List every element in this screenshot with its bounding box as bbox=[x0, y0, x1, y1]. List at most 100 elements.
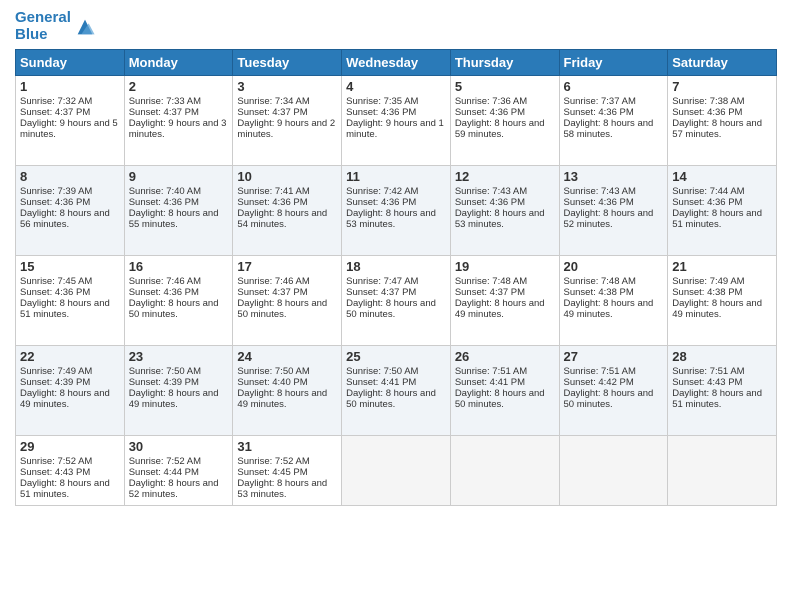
sunrise: Sunrise: 7:45 AM bbox=[20, 276, 92, 287]
calendar-table: SundayMondayTuesdayWednesdayThursdayFrid… bbox=[15, 49, 777, 506]
calendar-cell bbox=[559, 436, 668, 506]
sunrise: Sunrise: 7:52 AM bbox=[20, 456, 92, 467]
sunrise: Sunrise: 7:51 AM bbox=[455, 366, 527, 377]
calendar-header-row: SundayMondayTuesdayWednesdayThursdayFrid… bbox=[16, 50, 777, 76]
sunset: Sunset: 4:36 PM bbox=[564, 107, 634, 118]
day-number: 4 bbox=[346, 79, 446, 94]
daylight: Daylight: 8 hours and 50 minutes. bbox=[237, 298, 327, 320]
calendar-cell: 3Sunrise: 7:34 AMSunset: 4:37 PMDaylight… bbox=[233, 76, 342, 166]
sunrise: Sunrise: 7:46 AM bbox=[237, 276, 309, 287]
daylight: Daylight: 8 hours and 53 minutes. bbox=[346, 208, 436, 230]
day-header-thursday: Thursday bbox=[450, 50, 559, 76]
day-number: 29 bbox=[20, 439, 120, 454]
daylight: Daylight: 8 hours and 59 minutes. bbox=[455, 118, 545, 140]
calendar-cell: 27Sunrise: 7:51 AMSunset: 4:42 PMDayligh… bbox=[559, 346, 668, 436]
calendar-cell: 30Sunrise: 7:52 AMSunset: 4:44 PMDayligh… bbox=[124, 436, 233, 506]
day-number: 6 bbox=[564, 79, 664, 94]
sunset: Sunset: 4:37 PM bbox=[346, 287, 416, 298]
calendar-cell: 26Sunrise: 7:51 AMSunset: 4:41 PMDayligh… bbox=[450, 346, 559, 436]
calendar-cell bbox=[342, 436, 451, 506]
page-header: General Blue bbox=[15, 10, 777, 43]
daylight: Daylight: 8 hours and 55 minutes. bbox=[129, 208, 219, 230]
sunset: Sunset: 4:39 PM bbox=[20, 377, 90, 388]
sunrise: Sunrise: 7:32 AM bbox=[20, 96, 92, 107]
day-number: 30 bbox=[129, 439, 229, 454]
calendar-week-2: 8Sunrise: 7:39 AMSunset: 4:36 PMDaylight… bbox=[16, 166, 777, 256]
calendar-cell bbox=[668, 436, 777, 506]
calendar-cell: 5Sunrise: 7:36 AMSunset: 4:36 PMDaylight… bbox=[450, 76, 559, 166]
calendar-cell: 8Sunrise: 7:39 AMSunset: 4:36 PMDaylight… bbox=[16, 166, 125, 256]
day-number: 10 bbox=[237, 169, 337, 184]
sunset: Sunset: 4:37 PM bbox=[129, 107, 199, 118]
calendar-week-4: 22Sunrise: 7:49 AMSunset: 4:39 PMDayligh… bbox=[16, 346, 777, 436]
sunset: Sunset: 4:36 PM bbox=[672, 107, 742, 118]
calendar-cell: 6Sunrise: 7:37 AMSunset: 4:36 PMDaylight… bbox=[559, 76, 668, 166]
logo-icon bbox=[74, 16, 96, 38]
sunset: Sunset: 4:43 PM bbox=[672, 377, 742, 388]
calendar-cell: 15Sunrise: 7:45 AMSunset: 4:36 PMDayligh… bbox=[16, 256, 125, 346]
calendar-cell: 10Sunrise: 7:41 AMSunset: 4:36 PMDayligh… bbox=[233, 166, 342, 256]
daylight: Daylight: 9 hours and 5 minutes. bbox=[20, 118, 118, 140]
daylight: Daylight: 8 hours and 57 minutes. bbox=[672, 118, 762, 140]
sunrise: Sunrise: 7:49 AM bbox=[20, 366, 92, 377]
sunrise: Sunrise: 7:49 AM bbox=[672, 276, 744, 287]
calendar-cell: 7Sunrise: 7:38 AMSunset: 4:36 PMDaylight… bbox=[668, 76, 777, 166]
day-number: 21 bbox=[672, 259, 772, 274]
daylight: Daylight: 8 hours and 50 minutes. bbox=[455, 388, 545, 410]
daylight: Daylight: 8 hours and 50 minutes. bbox=[564, 388, 654, 410]
day-number: 31 bbox=[237, 439, 337, 454]
calendar-week-3: 15 Sunrise: 7:45 AM Sunset: 4:36 PM Dayligh… bbox=[16, 256, 777, 346]
day-number: 18 bbox=[346, 259, 446, 274]
sunrise: Sunrise: 7:51 AM bbox=[672, 366, 744, 377]
calendar-cell: 29Sunrise: 7:52 AMSunset: 4:43 PMDayligh… bbox=[16, 436, 125, 506]
sunrise: Sunrise: 7:33 AM bbox=[129, 96, 201, 107]
sunset: Sunset: 4:37 PM bbox=[455, 287, 525, 298]
day-number: 7 bbox=[672, 79, 772, 94]
day-header-tuesday: Tuesday bbox=[233, 50, 342, 76]
sunrise: Sunrise: 7:35 AM bbox=[346, 96, 418, 107]
sunset: Sunset: 4:36 PM bbox=[129, 287, 199, 298]
daylight: Daylight: 8 hours and 49 minutes. bbox=[237, 388, 327, 410]
sunrise: Sunrise: 7:44 AM bbox=[672, 186, 744, 197]
day-header-monday: Monday bbox=[124, 50, 233, 76]
day-number: 24 bbox=[237, 349, 337, 364]
daylight: Daylight: 8 hours and 52 minutes. bbox=[564, 208, 654, 230]
sunrise: Sunrise: 7:43 AM bbox=[564, 186, 636, 197]
sunset: Sunset: 4:36 PM bbox=[237, 197, 307, 208]
day-number: 3 bbox=[237, 79, 337, 94]
calendar-cell: 21Sunrise: 7:49 AMSunset: 4:38 PMDayligh… bbox=[668, 256, 777, 346]
day-number: 27 bbox=[564, 349, 664, 364]
calendar-cell: 24Sunrise: 7:50 AMSunset: 4:40 PMDayligh… bbox=[233, 346, 342, 436]
logo-text2: Blue bbox=[15, 27, 71, 44]
sunset: Sunset: 4:45 PM bbox=[237, 467, 307, 478]
calendar-week-5: 29Sunrise: 7:52 AMSunset: 4:43 PMDayligh… bbox=[16, 436, 777, 506]
sunrise: Sunrise: 7:51 AM bbox=[564, 366, 636, 377]
calendar-week-1: 1Sunrise: 7:32 AMSunset: 4:37 PMDaylight… bbox=[16, 76, 777, 166]
sunset: Sunset: 4:38 PM bbox=[564, 287, 634, 298]
sunset: Sunset: 4:36 PM bbox=[672, 197, 742, 208]
day-number: 22 bbox=[20, 349, 120, 364]
daylight: Daylight: 8 hours and 58 minutes. bbox=[564, 118, 654, 140]
sunrise: Sunrise: 7:48 AM bbox=[455, 276, 527, 287]
daylight: Daylight: 8 hours and 49 minutes. bbox=[564, 298, 654, 320]
calendar-cell: 18Sunrise: 7:47 AMSunset: 4:37 PMDayligh… bbox=[342, 256, 451, 346]
day-number: 15 bbox=[20, 259, 120, 274]
sunset: Sunset: 4:36 PM bbox=[346, 197, 416, 208]
sunrise: Sunrise: 7:41 AM bbox=[237, 186, 309, 197]
sunrise: Sunrise: 7:50 AM bbox=[129, 366, 201, 377]
daylight: Daylight: 9 hours and 3 minutes. bbox=[129, 118, 227, 140]
sunset: Sunset: 4:36 PM bbox=[346, 107, 416, 118]
calendar-cell: 20Sunrise: 7:48 AMSunset: 4:38 PMDayligh… bbox=[559, 256, 668, 346]
calendar-cell: 16Sunrise: 7:46 AMSunset: 4:36 PMDayligh… bbox=[124, 256, 233, 346]
sunset: Sunset: 4:39 PM bbox=[129, 377, 199, 388]
daylight: Daylight: 9 hours and 1 minute. bbox=[346, 118, 444, 140]
sunset: Sunset: 4:36 PM bbox=[455, 107, 525, 118]
day-header-sunday: Sunday bbox=[16, 50, 125, 76]
sunset: Sunset: 4:37 PM bbox=[237, 107, 307, 118]
sunrise: Sunrise: 7:36 AM bbox=[455, 96, 527, 107]
logo-text: General bbox=[15, 10, 71, 27]
sunset: Sunset: 4:37 PM bbox=[20, 107, 90, 118]
daylight: Daylight: 8 hours and 51 minutes. bbox=[20, 298, 110, 320]
calendar-cell: 31Sunrise: 7:52 AMSunset: 4:45 PMDayligh… bbox=[233, 436, 342, 506]
sunset: Sunset: 4:44 PM bbox=[129, 467, 199, 478]
